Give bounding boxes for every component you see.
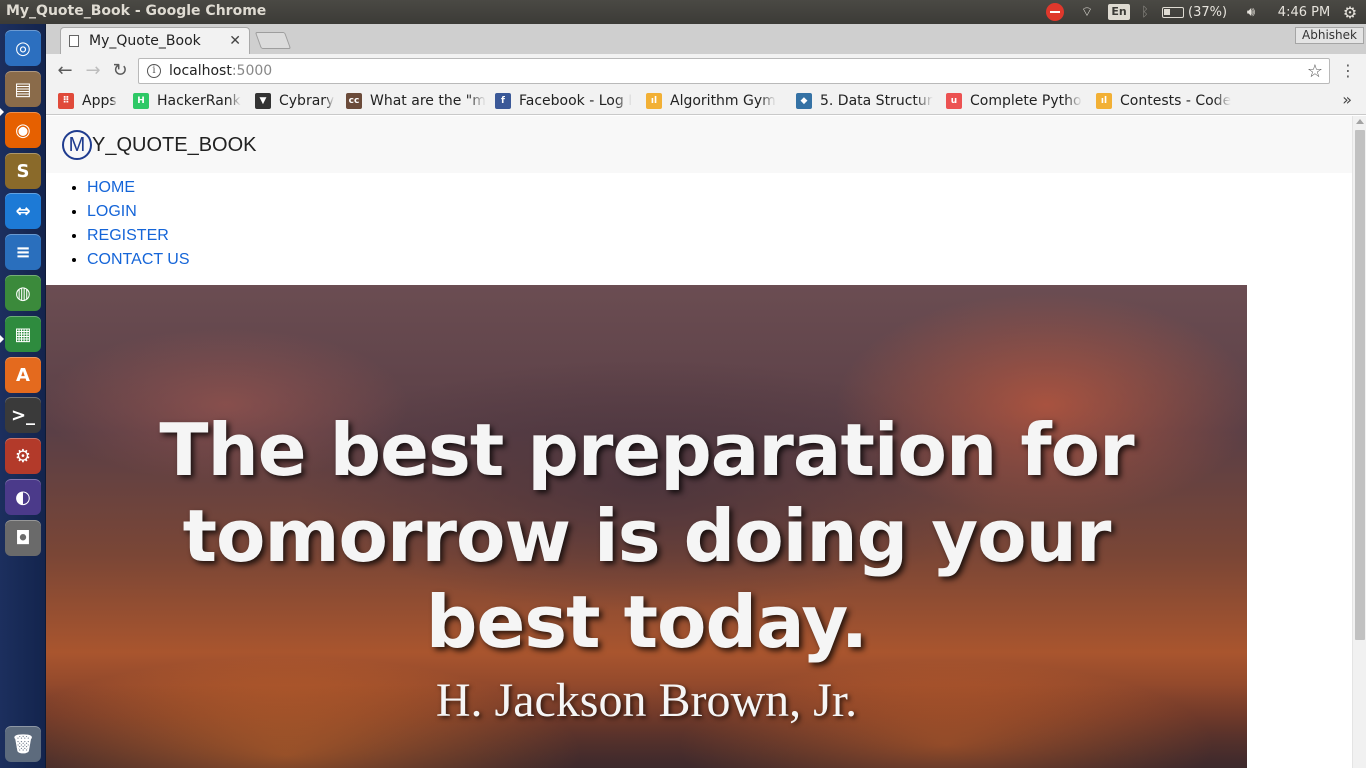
- brand-text: Y_QUOTE_BOOK: [92, 133, 257, 156]
- launcher: ◎ ▤ ◉ S ⇔ ≡ ◍ ▦ A >_ ⚙ ◐ ◘ 🗑: [0, 24, 46, 768]
- site-info-icon[interactable]: i: [147, 64, 161, 78]
- trash-icon[interactable]: 🗑: [5, 726, 41, 762]
- eclipse-icon[interactable]: ◐: [5, 479, 41, 515]
- browser-toolbar: ← → ↻ i localhost :5000 ☆ ⋮: [46, 54, 1366, 87]
- bluetooth-icon[interactable]: ᛒ: [1138, 3, 1152, 21]
- forward-button[interactable]: →: [81, 58, 105, 82]
- system-settings-icon[interactable]: ⚙: [5, 438, 41, 474]
- writer-icon[interactable]: ≡: [5, 234, 41, 270]
- top-panel: My_Quote_Book - Google Chrome ⌔ En ᛒ (37…: [0, 0, 1366, 24]
- bookmark-what-are-the[interactable]: cc What are the "m: [346, 91, 486, 111]
- nav-link-contact-us[interactable]: CONTACT US: [87, 251, 190, 268]
- hero-sunset-image: The best preparation for tomorrow is doi…: [46, 285, 1247, 768]
- brand-logo-icon: M: [62, 130, 92, 160]
- dash-icon[interactable]: ◎: [5, 30, 41, 66]
- chrome-icon[interactable]: ◍: [5, 275, 41, 311]
- battery-icon: [1162, 6, 1184, 18]
- teamviewer-icon[interactable]: ⇔: [5, 193, 41, 229]
- bookmark-hackerrank[interactable]: H HackerRank: [133, 91, 245, 111]
- nav-item-home: HOME: [87, 176, 190, 200]
- window-title: My_Quote_Book - Google Chrome: [6, 3, 267, 19]
- close-tab-icon[interactable]: ✕: [229, 33, 241, 49]
- battery-indicator[interactable]: (37%): [1162, 3, 1232, 21]
- profile-button[interactable]: Abhishek: [1295, 27, 1364, 44]
- clock[interactable]: 4:46 PM: [1274, 3, 1334, 21]
- bookmark-complete-python[interactable]: u Complete Pytho: [946, 91, 1086, 111]
- software-center-icon[interactable]: A: [5, 357, 41, 393]
- bookmark-data-structures-icon: ◆: [796, 93, 812, 109]
- bookmark-algorithm-gym-icon: ıl: [646, 93, 662, 109]
- firefox-icon[interactable]: ◉: [5, 112, 41, 148]
- running-indicator: [0, 108, 4, 116]
- no-entry-icon[interactable]: [1044, 3, 1066, 21]
- site-header: M Y_QUOTE_BOOK: [46, 116, 1352, 173]
- nav-item-login: LOGIN: [87, 200, 190, 224]
- camera-icon[interactable]: ◘: [5, 520, 41, 556]
- bookmark-label: Facebook - Log I: [519, 93, 633, 109]
- terminal-icon[interactable]: >_: [5, 397, 41, 433]
- site-nav: HOME LOGIN REGISTER CONTACT US: [87, 176, 190, 272]
- nav-link-login[interactable]: LOGIN: [87, 203, 137, 220]
- nav-item-register: REGISTER: [87, 224, 190, 248]
- reload-button[interactable]: ↻: [108, 58, 132, 82]
- back-button[interactable]: ←: [53, 58, 77, 82]
- keyboard-language-indicator[interactable]: En: [1108, 3, 1130, 21]
- session-gear-icon[interactable]: ⚙: [1340, 3, 1360, 22]
- bookmark-label: What are the "m: [370, 93, 486, 109]
- bookmark-facebook[interactable]: f Facebook - Log I: [495, 91, 635, 111]
- url-port: :5000: [231, 63, 273, 79]
- bookmark-facebook-icon: f: [495, 93, 511, 109]
- calc-icon[interactable]: ▦: [5, 316, 41, 352]
- bookmark-label: Cybrary: [279, 93, 335, 109]
- bookmark-algorithm-gym[interactable]: ıl Algorithm Gym: [646, 91, 786, 111]
- browser-window: My_Quote_Book ✕ Abhishek ← → ↻ i localho…: [46, 24, 1366, 768]
- bookmark-label: Complete Pytho: [970, 93, 1082, 109]
- running-indicator: [0, 335, 4, 343]
- bookmark-data-structures[interactable]: ◆ 5. Data Structur: [796, 91, 936, 111]
- bookmark-label: HackerRank: [157, 93, 241, 109]
- bookmark-hackerrank-icon: H: [133, 93, 149, 109]
- new-tab-button[interactable]: [254, 32, 292, 49]
- language-label: En: [1108, 4, 1130, 20]
- more-bookmarks-icon[interactable]: »: [1342, 90, 1352, 109]
- page-icon: [69, 35, 79, 47]
- page-viewport: M Y_QUOTE_BOOK HOME LOGIN REGISTER CONTA…: [46, 116, 1366, 768]
- tab-strip: My_Quote_Book ✕ Abhishek: [46, 24, 1366, 54]
- volume-icon[interactable]: 🔊︎: [1240, 3, 1262, 21]
- tab-my-quote-book[interactable]: My_Quote_Book ✕: [60, 27, 250, 54]
- bookmark-label: Algorithm Gym: [670, 93, 776, 109]
- battery-percent: (37%): [1188, 4, 1228, 20]
- quote-text: The best preparation for tomorrow is doi…: [159, 408, 1134, 664]
- tab-title: My_Quote_Book: [89, 33, 201, 49]
- nav-link-home[interactable]: HOME: [87, 179, 135, 196]
- page-scrollbar[interactable]: [1352, 116, 1366, 768]
- bookmark-cybrary-icon: ▼: [255, 93, 271, 109]
- bookmark-cybrary[interactable]: ▼ Cybrary: [255, 91, 340, 111]
- bookmark-star-icon[interactable]: ☆: [1307, 61, 1323, 82]
- url-host: localhost: [169, 63, 232, 79]
- nav-item-contact-us: CONTACT US: [87, 248, 190, 272]
- nav-link-register[interactable]: REGISTER: [87, 227, 169, 244]
- quote-author: H. Jackson Brown, Jr.: [435, 674, 858, 727]
- chrome-menu-icon[interactable]: ⋮: [1336, 58, 1360, 82]
- scrollbar-thumb[interactable]: [1355, 130, 1365, 640]
- wifi-icon[interactable]: ⌔: [1076, 3, 1098, 21]
- bookmark-complete-python-icon: u: [946, 93, 962, 109]
- address-bar[interactable]: i localhost :5000 ☆: [138, 58, 1330, 84]
- bookmark-apps[interactable]: ⠿ Apps: [58, 91, 128, 111]
- bookmark-what-are-the-icon: cc: [346, 93, 362, 109]
- scroll-up-arrow-icon[interactable]: [1356, 119, 1364, 124]
- bookmark-apps-icon: ⠿: [58, 93, 74, 109]
- site-brand[interactable]: M Y_QUOTE_BOOK: [62, 130, 257, 160]
- bookmark-contests[interactable]: ıl Contests - Code: [1096, 91, 1236, 111]
- bookmark-label: Contests - Code: [1120, 93, 1232, 109]
- bookmark-contests-icon: ıl: [1096, 93, 1112, 109]
- bookmarks-bar: ⠿ Apps H HackerRank ▼ Cybrary cc What are the "…: [46, 87, 1366, 115]
- bookmark-label: 5. Data Structur: [820, 93, 933, 109]
- bookmark-label: Apps: [82, 93, 117, 109]
- sublime-text-icon[interactable]: S: [5, 153, 41, 189]
- files-icon[interactable]: ▤: [5, 71, 41, 107]
